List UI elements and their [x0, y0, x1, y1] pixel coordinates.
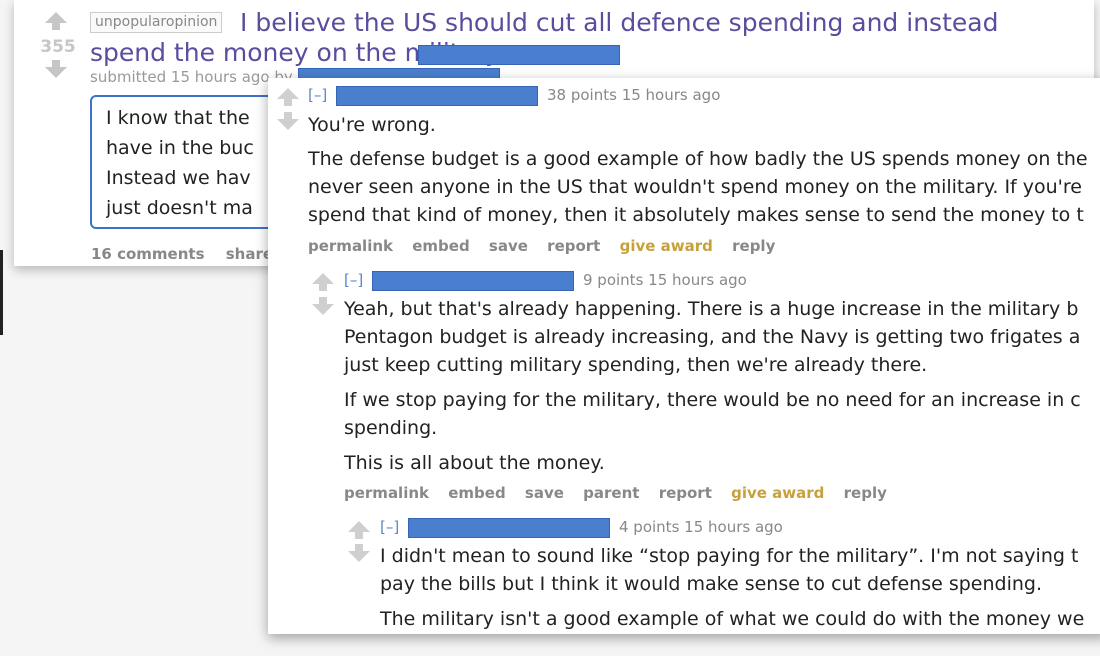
comment-tagline: [–] 9 points 15 hours ago [344, 271, 747, 289]
comment-paragraph: This is all about the money. [344, 452, 605, 474]
upvote-icon-stem [284, 99, 292, 106]
reply-link[interactable]: reply [844, 484, 887, 502]
upvote-icon[interactable] [45, 12, 67, 23]
comment-tagline: [–] 38 points 15 hours ago [308, 86, 720, 104]
comment-line: pay the bills but I think it would make … [380, 573, 1043, 595]
reply-link[interactable]: reply [732, 237, 775, 255]
subreddit-tag[interactable]: unpopularopinion [90, 12, 223, 33]
upvote-icon[interactable] [277, 88, 299, 99]
downvote-icon-stem [355, 544, 363, 551]
comment-paragraph: The defense budget is a good example of … [308, 148, 1088, 170]
permalink-link[interactable]: permalink [344, 484, 429, 502]
report-link[interactable]: report [659, 484, 712, 502]
comment-action-links: permalink embed save parent report give … [344, 484, 901, 502]
save-link[interactable]: save [489, 237, 528, 255]
upvote-icon-stem [319, 284, 327, 291]
comment-line: Yeah, but that's already happening. Ther… [344, 298, 1079, 320]
downvote-icon[interactable] [348, 551, 370, 562]
upvote-icon[interactable] [348, 521, 370, 532]
permalink-link[interactable]: permalink [308, 237, 393, 255]
post-links: 16 comments share [91, 245, 289, 263]
collapse-toggle[interactable]: [–] [344, 271, 363, 289]
downvote-icon-stem [319, 297, 327, 304]
comment-body: You're wrong. The defense budget is a go… [308, 111, 1088, 229]
comment-line: just keep cutting military spending, the… [344, 354, 928, 376]
comment-paragraph: If we stop paying for the military, ther… [344, 389, 1081, 411]
downvote-icon-stem [284, 112, 292, 119]
edge-divider [0, 250, 3, 335]
redacted-username [408, 518, 610, 538]
comment-line: never seen anyone in the US that wouldn'… [308, 176, 1082, 198]
submitted-line: submitted 15 hours ago by [90, 68, 293, 86]
collapse-toggle[interactable]: [–] [380, 518, 399, 536]
share-link[interactable]: share [226, 245, 273, 263]
give-award-link[interactable]: give award [731, 484, 824, 502]
downvote-icon[interactable] [45, 67, 67, 78]
save-link[interactable]: save [525, 484, 564, 502]
downvote-icon[interactable] [277, 119, 299, 130]
comment-points: 38 points 15 hours ago [547, 86, 721, 104]
embed-link[interactable]: embed [448, 484, 505, 502]
upvote-icon-stem [355, 532, 363, 539]
comments-link[interactable]: 16 comments [91, 245, 205, 263]
comments-card: [–] 38 points 15 hours ago You're wrong.… [268, 78, 1100, 634]
comment-line: spending. [344, 417, 438, 439]
comment-line: Pentagon budget is already increasing, a… [344, 326, 1081, 348]
report-link[interactable]: report [547, 237, 600, 255]
comment-line: spend that kind of money, then it absolu… [308, 204, 1084, 226]
downvote-icon[interactable] [312, 304, 334, 315]
upvote-icon-stem [52, 23, 60, 30]
comment-line: I didn't mean to sound like “stop paying… [380, 545, 1079, 567]
parent-link[interactable]: parent [583, 484, 639, 502]
comment-paragraph: You're wrong. [308, 114, 436, 136]
comment-paragraph: The military isn't a good example of wha… [380, 608, 1085, 630]
redacted-username [372, 271, 574, 291]
comment-points: 4 points 15 hours ago [619, 518, 783, 536]
redacted-username [336, 86, 538, 106]
comment-body: I didn't mean to sound like “stop paying… [380, 542, 1084, 633]
comment-action-links: permalink embed save report give award r… [308, 237, 789, 255]
comment-points: 9 points 15 hours ago [583, 271, 747, 289]
give-award-link[interactable]: give award [620, 237, 713, 255]
embed-link[interactable]: embed [412, 237, 469, 255]
collapse-toggle[interactable]: [–] [308, 86, 327, 104]
comment-body: Yeah, but that's already happening. Ther… [344, 295, 1081, 477]
downvote-icon-stem [52, 60, 60, 67]
comment-tagline: [–] 4 points 15 hours ago [380, 518, 783, 536]
upvote-icon[interactable] [312, 273, 334, 284]
post-score: 355 [40, 37, 76, 57]
redacted-domain [418, 45, 620, 65]
